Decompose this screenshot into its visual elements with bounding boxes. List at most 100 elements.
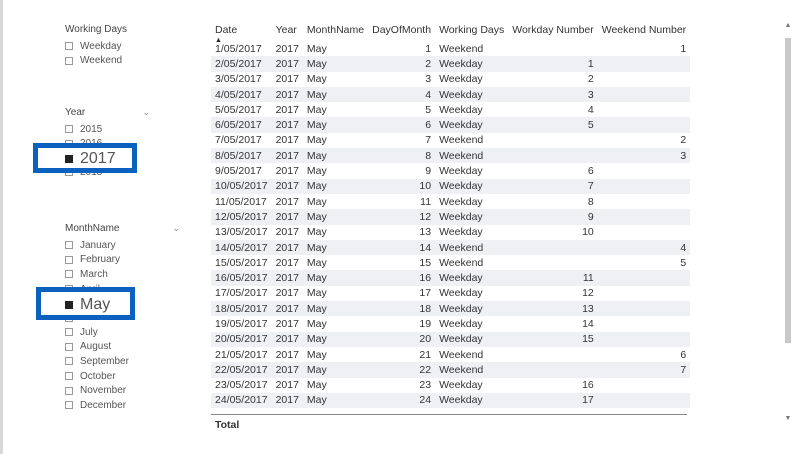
table-row[interactable]: 18/05/2017 2017 May 18 Weekday 13 [211,301,691,317]
checkbox-checked-icon[interactable] [65,155,73,163]
table-row[interactable]: 9/05/2017 2017 May 9 Weekday 6 [211,163,690,178]
checkbox-icon[interactable] [65,241,73,250]
column-header-monthname[interactable]: MonthName [303,18,368,41]
slicer-option-july[interactable]: July [65,325,180,340]
checkbox-icon[interactable] [65,42,73,51]
table-row[interactable]: 1/05/2017 2017 May 1 Weekend 1 [211,41,690,56]
table-row[interactable]: 7/05/2017 2017 May 7 Weekend 2 [211,133,690,148]
table-cell [597,178,691,194]
column-header-weekend-number[interactable]: Weekend Number [598,18,690,41]
table-row[interactable]: 17/05/2017 2017 May 17 Weekday 12 [211,286,690,301]
slicer-option-october[interactable]: October [65,369,180,384]
chevron-down-icon[interactable]: ⌄ [142,107,150,118]
slicer-option-november[interactable]: November [65,383,180,398]
table-cell: 8 [587,195,594,208]
table-row[interactable]: 12/05/2017 2017 May 12 Weekday 9 [211,209,691,225]
checkbox-icon[interactable] [65,125,73,134]
slicer-option-march[interactable]: March [65,267,180,282]
table-cell: May [306,317,327,330]
scroll-up-icon[interactable]: ▲ [784,22,792,29]
table-row[interactable]: 16/05/2017 2017 May 16 Weekday 11 [211,270,691,286]
scroll-down-icon[interactable]: ▼ [784,415,792,422]
table-cell: 8/05/2017 [211,148,272,164]
checkbox-icon[interactable] [65,270,73,279]
slicer-option-february[interactable]: February [65,253,180,268]
table-cell [597,117,691,133]
checkbox-icon[interactable] [65,342,73,351]
table-cell: 4 [597,239,691,256]
table-row[interactable]: 21/05/2017 2017 May 21 Weekend 6 [211,347,690,362]
table-cell: 2017 [275,317,299,330]
table-row[interactable]: 6/05/2017 2017 May 6 Weekday 5 [211,117,691,133]
column-header-workday-number[interactable]: Workday Number [508,18,598,41]
table-row[interactable]: 13/05/2017 2017 May 13 Weekday 10 [211,225,690,240]
table-cell: 23/05/2017 [215,379,268,392]
table-cell: May [302,239,369,256]
table-cell: 18 [368,301,436,317]
table-cell: 2017 [271,209,303,225]
slicer-option-september[interactable]: September [65,354,180,369]
table-cell: May [302,362,369,378]
slicer-option-may[interactable]: May [65,296,130,313]
table-cell [508,239,598,256]
canvas-left-edge [0,0,3,454]
checkbox-icon[interactable] [65,328,73,337]
year-selected-highlight[interactable]: 2017 [33,143,137,173]
checkbox-icon[interactable] [65,401,73,410]
checkbox-icon[interactable] [65,386,73,395]
column-header-date[interactable]: Date ▲ [211,18,272,44]
table-row[interactable]: 5/05/2017 2017 May 5 Weekday 4 [211,102,690,117]
column-header-year[interactable]: Year [272,18,303,41]
slicer-option-2017[interactable]: 2017 [65,150,132,167]
table-row[interactable]: 24/05/2017 2017 May 24 Weekday 17 [211,392,691,409]
column-header-label: Workday Number [512,24,594,36]
table-cell: Weekday [439,165,483,178]
table-row[interactable]: 20/05/2017 2017 May 20 Weekday 15 [211,331,691,347]
table-cell: 10 [582,226,594,239]
table-cell: 2017 [275,73,299,86]
table-row[interactable]: 23/05/2017 2017 May 23 Weekday 16 [211,378,690,393]
table-cell: 4 [368,86,436,103]
slicer-option-december[interactable]: December [65,398,180,413]
slicer-option-weekend[interactable]: Weekend [65,54,180,69]
column-header-working-days[interactable]: Working Days [435,18,508,41]
table-cell: 1 [508,56,598,72]
slicer-option-2015[interactable]: 2015 [65,122,150,137]
table-cell: 21 [419,348,432,361]
table-scrollbar[interactable]: ▲ ▼ [784,22,792,422]
working-days-slicer-label: Working Days [65,24,128,35]
table-cell: May [306,42,327,55]
checkbox-checked-icon[interactable] [65,301,73,309]
slicer-option-weekday[interactable]: Weekday [65,39,180,54]
table-row[interactable]: 3/05/2017 2017 May 3 Weekday 2 [211,72,690,87]
table-cell: 2017 [275,287,299,300]
table-cell: 16 [368,270,436,286]
table-row[interactable]: 2/05/2017 2017 May 2 Weekday 1 [211,56,691,72]
table-row[interactable]: 8/05/2017 2017 May 8 Weekend 3 [211,148,691,164]
table-cell: 10 [368,178,436,194]
checkbox-icon[interactable] [65,56,73,65]
slicer-option-label: September [80,355,129,367]
checkbox-icon[interactable] [65,372,73,381]
scrollbar-thumb[interactable] [785,38,791,343]
checkbox-icon[interactable] [65,255,73,264]
column-header-dayofmonth[interactable]: DayOfMonth [368,18,435,41]
table-cell: 2017 [271,148,303,164]
table-total-row: Total [211,414,687,435]
table-cell: Weekday [439,195,483,208]
slicer-option-august[interactable]: August [65,340,180,355]
slicer-option-january[interactable]: January [65,238,180,253]
month-selected-highlight[interactable]: May [36,287,135,320]
table-cell: Weekday [435,178,509,194]
table-row[interactable]: 22/05/2017 2017 May 22 Weekend 7 [211,362,691,378]
table-cell: Weekday [439,287,483,300]
table-row[interactable]: 11/05/2017 2017 May 11 Weekday 8 [211,194,690,209]
chevron-down-icon[interactable]: ⌄ [172,223,180,234]
table-row[interactable]: 14/05/2017 2017 May 14 Weekend 4 [211,239,691,256]
table-row[interactable]: 15/05/2017 2017 May 15 Weekend 5 [211,255,690,270]
sort-ascending-icon[interactable]: ▲ [215,37,222,44]
table-row[interactable]: 4/05/2017 2017 May 4 Weekday 3 [211,86,691,103]
table-row[interactable]: 19/05/2017 2017 May 19 Weekday 14 [211,316,690,331]
checkbox-icon[interactable] [65,357,73,366]
table-row[interactable]: 10/05/2017 2017 May 10 Weekday 7 [211,178,691,194]
